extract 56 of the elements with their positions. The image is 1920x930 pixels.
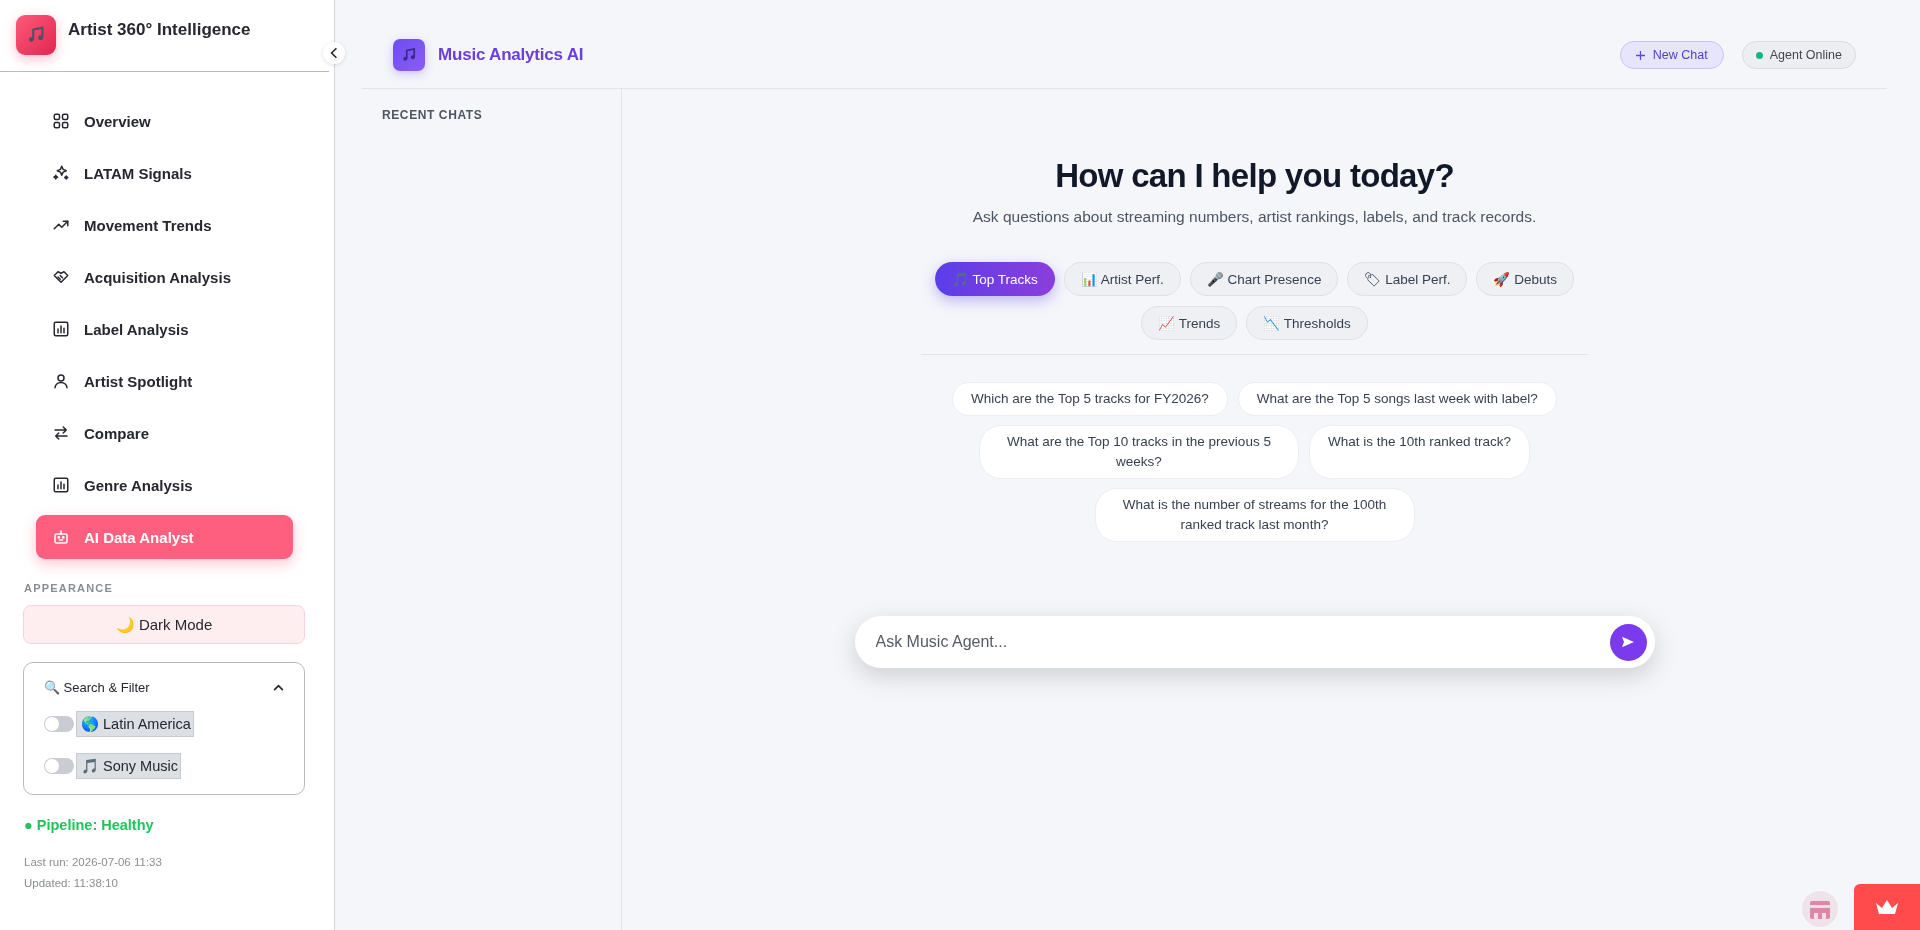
- app-title: Artist 360° Intelligence: [68, 19, 251, 41]
- music-note-icon: [16, 15, 56, 55]
- updated-text: Updated: 11:38:10: [24, 876, 119, 891]
- collapse-sidebar-button[interactable]: [323, 42, 345, 64]
- nav-item[interactable]: Movement Trends: [36, 203, 293, 247]
- nav-item[interactable]: Acquisition Analysis: [36, 255, 293, 299]
- section-heading: APPEARANCE: [23, 581, 114, 595]
- filter-expander[interactable]: 🔍 Search & Filter: [44, 677, 284, 697]
- toggle-label: 🎵 Sony Music: [76, 753, 181, 779]
- bar-chart-icon: [52, 476, 70, 494]
- nav-item[interactable]: Compare: [36, 411, 293, 455]
- suggestion-chip[interactable]: What is the number of streams for the 100th ranked track last month?: [1094, 488, 1415, 542]
- agent-status-badge: Agent Online: [1741, 41, 1856, 69]
- dark-mode-button[interactable]: 🌙 Dark Mode: [23, 605, 305, 644]
- suggestion-chip[interactable]: Which are the Top 5 tracks for FY2026?: [952, 382, 1228, 416]
- nav-item[interactable]: Genre Analysis: [36, 463, 293, 507]
- nav-item[interactable]: Overview: [36, 99, 293, 143]
- music-note-icon: [393, 39, 425, 71]
- message-field[interactable]: Ask Music Agent...: [854, 616, 1655, 668]
- page-title: Music Analytics AI: [438, 45, 584, 65]
- category-chip[interactable]: 🚀 Debuts: [1476, 262, 1574, 296]
- grid-icon: [52, 112, 70, 130]
- suggestion-chip[interactable]: What are the Top 5 songs last week with label?: [1237, 382, 1557, 416]
- toggle-label: 🌎 Latin America: [76, 711, 194, 737]
- category-chip[interactable]: 🎵 Top Tracks: [935, 262, 1055, 296]
- category-chip[interactable]: 📉 Thresholds: [1246, 306, 1368, 340]
- nav-item[interactable]: Label Analysis: [36, 307, 293, 351]
- send-icon: [1620, 634, 1636, 650]
- category-chip[interactable]: 🏷 Label Perf.: [1347, 262, 1468, 296]
- crown-icon[interactable]: [1854, 884, 1920, 930]
- plus-icon: [1635, 50, 1645, 60]
- last-run-text: Last run: 2026-07-06 11:33: [24, 855, 163, 870]
- toggle-switch[interactable]: [44, 716, 74, 732]
- new-chat-button[interactable]: New Chat: [1619, 41, 1724, 69]
- person-icon: [52, 372, 70, 390]
- send-button[interactable]: [1609, 623, 1647, 661]
- message-input[interactable]: Ask Music Agent...: [875, 630, 1602, 654]
- robot-icon: [52, 528, 70, 546]
- swap-arrows-icon: [52, 424, 70, 442]
- pipeline-status: ● Pipeline: Healthy: [24, 817, 155, 833]
- sparkles-icon: [52, 164, 70, 182]
- chevron-left-icon: [330, 47, 338, 59]
- welcome-heading: How can I help you today?: [1055, 156, 1454, 196]
- handshake-icon: [52, 268, 70, 286]
- toggle-switch[interactable]: [44, 758, 74, 774]
- recent-chats-heading: RECENT CHATS: [382, 108, 484, 122]
- nav-item[interactable]: LATAM Signals: [36, 151, 293, 195]
- storefront-icon[interactable]: [1802, 891, 1838, 927]
- category-chip[interactable]: 📈 Trends: [1141, 306, 1238, 340]
- suggestion-chip[interactable]: What are the Top 10 tracks in the previous 5 weeks?: [978, 425, 1299, 479]
- nav-item[interactable]: Artist Spotlight: [36, 359, 293, 403]
- bar-chart-icon: [52, 320, 70, 338]
- suggestion-chip[interactable]: What is the 10th ranked track?: [1308, 425, 1531, 479]
- welcome-subtitle: Ask questions about streaming numbers, artist rankings, labels, and track records.: [972, 207, 1537, 227]
- category-chip[interactable]: 📊 Artist Perf.: [1063, 262, 1181, 296]
- category-chip[interactable]: 🎤 Chart Presence: [1189, 262, 1339, 296]
